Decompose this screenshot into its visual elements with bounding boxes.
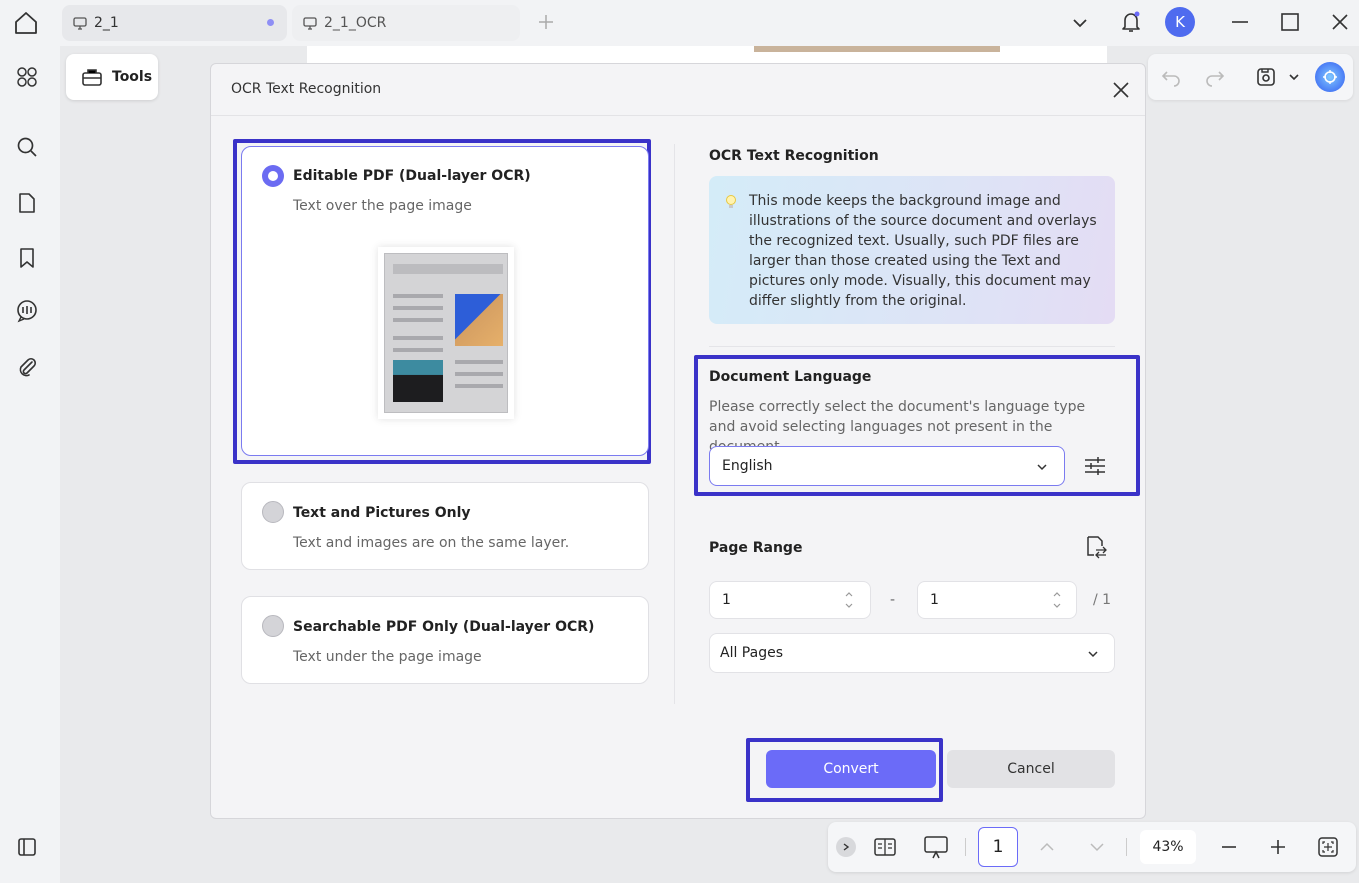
unsaved-dot-icon xyxy=(267,19,274,26)
option-searchable-pdf[interactable]: Searchable PDF Only (Dual-layer OCR) Tex… xyxy=(241,596,649,684)
tab-label: 2_1_OCR xyxy=(324,15,387,31)
lightbulb-icon xyxy=(725,194,737,210)
convert-button[interactable]: Convert xyxy=(766,750,936,788)
mode-section-title: OCR Text Recognition xyxy=(709,148,879,164)
presentation-icon[interactable] xyxy=(922,834,950,860)
panel-divider xyxy=(674,144,675,704)
undo-icon[interactable] xyxy=(1160,66,1182,88)
chevron-down-icon xyxy=(1037,464,1047,471)
page-total: / 1 xyxy=(1093,592,1112,608)
new-tab-plus-icon[interactable] xyxy=(536,12,556,32)
page-number-input[interactable]: 1 xyxy=(978,827,1018,867)
next-page-icon[interactable] xyxy=(1088,838,1106,856)
stepper-arrows-icon[interactable] xyxy=(1052,589,1062,611)
comment-icon[interactable] xyxy=(12,296,42,326)
option-title: Editable PDF (Dual-layer OCR) xyxy=(293,168,531,184)
chevron-down-icon xyxy=(1088,651,1098,658)
page-range-dash: - xyxy=(890,592,896,608)
page-layout-icon[interactable] xyxy=(873,835,897,859)
home-icon[interactable] xyxy=(12,9,40,37)
stepper-arrows-icon[interactable] xyxy=(844,589,854,611)
save-menu-chevron-icon[interactable] xyxy=(1287,70,1301,84)
ai-assistant-icon[interactable] xyxy=(1315,62,1345,92)
save-icon[interactable] xyxy=(1254,65,1278,89)
ocr-dialog: OCR Text Recognition Editable PDF (Dual-… xyxy=(210,63,1146,819)
zoom-level-value: 43% xyxy=(1152,839,1184,855)
dialog-title: OCR Text Recognition xyxy=(231,81,382,97)
radio-text-and-pictures[interactable] xyxy=(262,501,284,523)
tools-button[interactable]: Tools xyxy=(66,54,158,100)
monitor-icon xyxy=(73,17,87,30)
tab-label: 2_1 xyxy=(94,15,119,31)
left-rail xyxy=(0,46,58,883)
option-description: Text over the page image xyxy=(293,198,472,214)
chevron-down-icon[interactable] xyxy=(1069,12,1091,34)
language-select[interactable]: English xyxy=(709,446,1065,486)
option-description: Text under the page image xyxy=(293,649,482,665)
search-icon[interactable] xyxy=(12,132,42,162)
notification-bell-icon[interactable] xyxy=(1119,9,1143,35)
page-range-select[interactable]: All Pages xyxy=(709,633,1115,673)
page-number-value: 1 xyxy=(992,837,1004,857)
title-bar: 2_1 2_1_OCR K xyxy=(0,0,1359,46)
editable-pdf-illustration xyxy=(378,247,514,419)
redo-icon[interactable] xyxy=(1204,66,1226,88)
language-title: Document Language xyxy=(709,369,872,385)
attachment-icon[interactable] xyxy=(12,352,42,382)
bar-divider xyxy=(1126,838,1127,856)
maximize-icon[interactable] xyxy=(1279,11,1301,33)
avatar[interactable]: K xyxy=(1165,7,1195,37)
section-divider xyxy=(709,346,1115,347)
page-from-value: 1 xyxy=(722,592,731,608)
dialog-close-icon[interactable] xyxy=(1111,80,1131,100)
tab-2-1-ocr[interactable]: 2_1_OCR xyxy=(292,5,520,41)
bar-divider xyxy=(965,838,966,856)
right-toolbar xyxy=(1148,54,1353,100)
option-title: Searchable PDF Only (Dual-layer OCR) xyxy=(293,619,595,635)
sidebar-toggle-icon[interactable] xyxy=(12,832,42,862)
page-range-convert-icon[interactable] xyxy=(1083,534,1109,560)
tools-label: Tools xyxy=(112,69,153,85)
previous-page-icon[interactable] xyxy=(1038,838,1056,856)
page-range-title: Page Range xyxy=(709,540,803,556)
mode-info-text: This mode keeps the background image and… xyxy=(749,193,1097,309)
option-title: Text and Pictures Only xyxy=(293,505,471,521)
tab-2-1[interactable]: 2_1 xyxy=(62,5,287,41)
cancel-button[interactable]: Cancel xyxy=(947,750,1115,788)
page-to-value: 1 xyxy=(930,592,939,608)
mode-info-box: This mode keeps the background image and… xyxy=(709,176,1115,324)
bottom-bar: 1 43% xyxy=(828,822,1356,872)
option-text-and-pictures[interactable]: Text and Pictures Only Text and images a… xyxy=(241,482,649,570)
fit-page-icon[interactable] xyxy=(1316,835,1340,859)
dialog-header: OCR Text Recognition xyxy=(211,64,1145,116)
radio-searchable-pdf[interactable] xyxy=(262,615,284,637)
minimize-icon[interactable] xyxy=(1229,11,1251,33)
close-window-icon[interactable] xyxy=(1329,11,1351,33)
toolbox-icon xyxy=(82,69,102,86)
page-to-input[interactable]: 1 xyxy=(917,581,1077,619)
option-editable-pdf[interactable]: Editable PDF (Dual-layer OCR) Text over … xyxy=(241,146,649,456)
zoom-level-display[interactable]: 43% xyxy=(1140,830,1196,864)
page-from-input[interactable]: 1 xyxy=(709,581,871,619)
radio-editable-pdf[interactable] xyxy=(262,165,284,187)
page-icon[interactable] xyxy=(12,188,42,218)
option-description: Text and images are on the same layer. xyxy=(293,535,570,551)
bookmark-icon[interactable] xyxy=(12,243,42,273)
language-settings-sliders-icon[interactable] xyxy=(1083,454,1107,478)
apps-grid-icon[interactable] xyxy=(12,62,42,92)
page-image-strip xyxy=(754,46,1000,52)
page-range-selected-value: All Pages xyxy=(720,645,783,661)
monitor-icon xyxy=(303,17,317,30)
language-selected-value: English xyxy=(722,458,773,474)
zoom-out-icon[interactable] xyxy=(1219,837,1239,857)
expand-arrow-icon[interactable] xyxy=(836,837,856,857)
zoom-in-icon[interactable] xyxy=(1268,837,1288,857)
avatar-letter: K xyxy=(1175,13,1185,31)
